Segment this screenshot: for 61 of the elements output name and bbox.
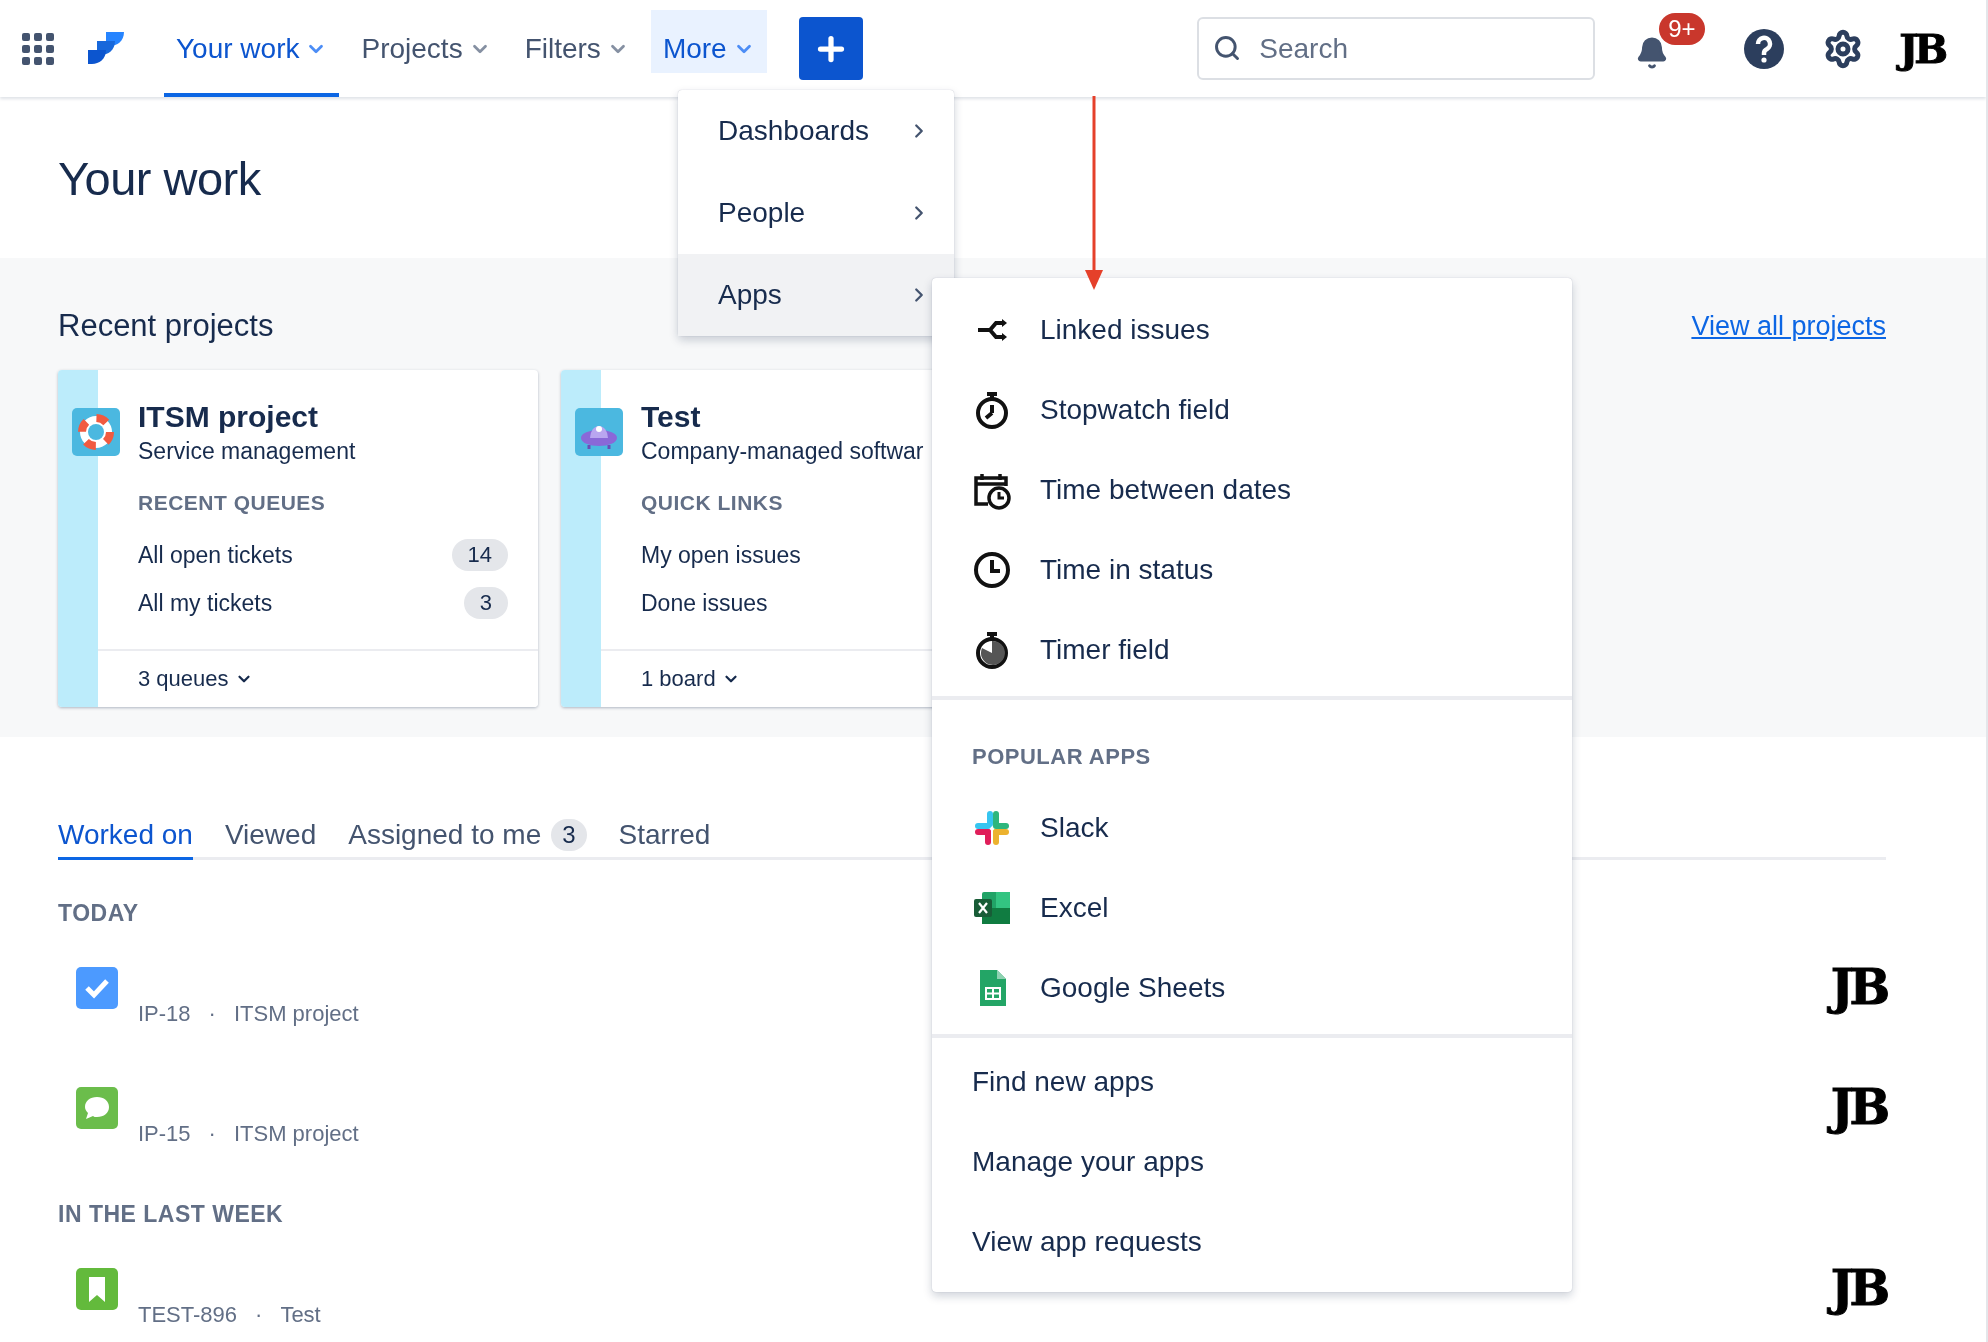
tab[interactable]: Starred xyxy=(618,819,711,860)
speech-bubble-icon xyxy=(76,1087,118,1129)
checkbox-icon xyxy=(76,967,118,1009)
nav-menu-button[interactable]: Filters xyxy=(512,0,641,97)
issue-key: TEST-896 xyxy=(138,1302,238,1328)
nav-menu-button[interactable]: Your work xyxy=(164,0,340,97)
clock-icon xyxy=(972,550,1012,590)
notification-badge: 9+ xyxy=(1659,12,1705,45)
separator-dot: · xyxy=(255,1302,263,1328)
project-type: Company-managed softwar xyxy=(641,438,924,465)
menu-item[interactable]: Google Sheets xyxy=(932,948,1572,1028)
card-footer-button[interactable]: 3 queues xyxy=(98,649,538,707)
card-section-title: RECENT QUEUES xyxy=(138,491,326,515)
page-title: Your work xyxy=(58,151,262,206)
nav-menu-button[interactable]: Projects xyxy=(349,0,503,97)
card-section-title: QUICK LINKS xyxy=(641,491,783,515)
separator-dot: · xyxy=(208,1121,216,1147)
life-ring-icon xyxy=(72,408,120,456)
notifications-button[interactable]: 9+ xyxy=(1635,12,1708,75)
menu-item[interactable]: Slack xyxy=(932,788,1572,868)
project-name: ITSM project xyxy=(233,1121,359,1147)
project-link[interactable]: My open issues xyxy=(641,541,801,569)
section-title: Recent projects xyxy=(58,308,274,344)
count-badge: 3 xyxy=(463,587,508,619)
project-name: Test xyxy=(641,400,701,434)
count-badge: 3 xyxy=(551,819,587,851)
group-title: IN THE LAST WEEK xyxy=(58,1201,284,1228)
group-title: POPULAR APPS xyxy=(971,743,1152,771)
view-all-projects-link[interactable]: View all projects xyxy=(1691,310,1886,342)
count-badge: 14 xyxy=(451,539,508,571)
slack-icon xyxy=(972,808,1012,848)
menu-item[interactable]: Time between dates xyxy=(932,450,1572,530)
search-field[interactable]: Search xyxy=(1197,17,1596,80)
menu-item[interactable]: View app requests xyxy=(932,1202,1572,1282)
menu-item[interactable]: Find new apps xyxy=(932,1042,1572,1122)
menu-item[interactable]: People xyxy=(678,172,954,254)
bookmark-icon xyxy=(76,1268,118,1310)
ufo-icon xyxy=(575,408,623,456)
search-icon xyxy=(1213,34,1242,62)
app-switcher-icon[interactable] xyxy=(22,32,54,65)
separator-dot: · xyxy=(208,1001,216,1027)
issue-key: IP-15 xyxy=(138,1121,191,1147)
project-link[interactable]: All open tickets xyxy=(138,541,293,569)
menu-item[interactable]: Manage your apps xyxy=(932,1122,1572,1202)
group-title: TODAY xyxy=(58,900,139,927)
tab[interactable]: Viewed xyxy=(224,819,317,860)
project-link[interactable]: All my tickets xyxy=(138,589,273,617)
project-type: Service management xyxy=(138,438,356,465)
menu-item[interactable]: Stopwatch field xyxy=(932,370,1572,450)
menu-item[interactable]: Time in status xyxy=(932,530,1572,610)
tab[interactable]: Worked on xyxy=(58,819,193,860)
project-name: ITSM project xyxy=(233,1001,359,1027)
project-name: ITSM project xyxy=(138,400,318,434)
menu-item[interactable]: Excel xyxy=(932,868,1572,948)
issue-key: IP-18 xyxy=(138,1001,191,1027)
tab[interactable]: Assigned to me 3 xyxy=(348,819,587,860)
menu-item[interactable]: Apps xyxy=(678,254,954,336)
project-name: Test xyxy=(280,1302,321,1328)
project-link[interactable]: Done issues xyxy=(641,589,768,617)
help-icon[interactable] xyxy=(1743,27,1786,70)
create-button[interactable] xyxy=(798,17,863,80)
